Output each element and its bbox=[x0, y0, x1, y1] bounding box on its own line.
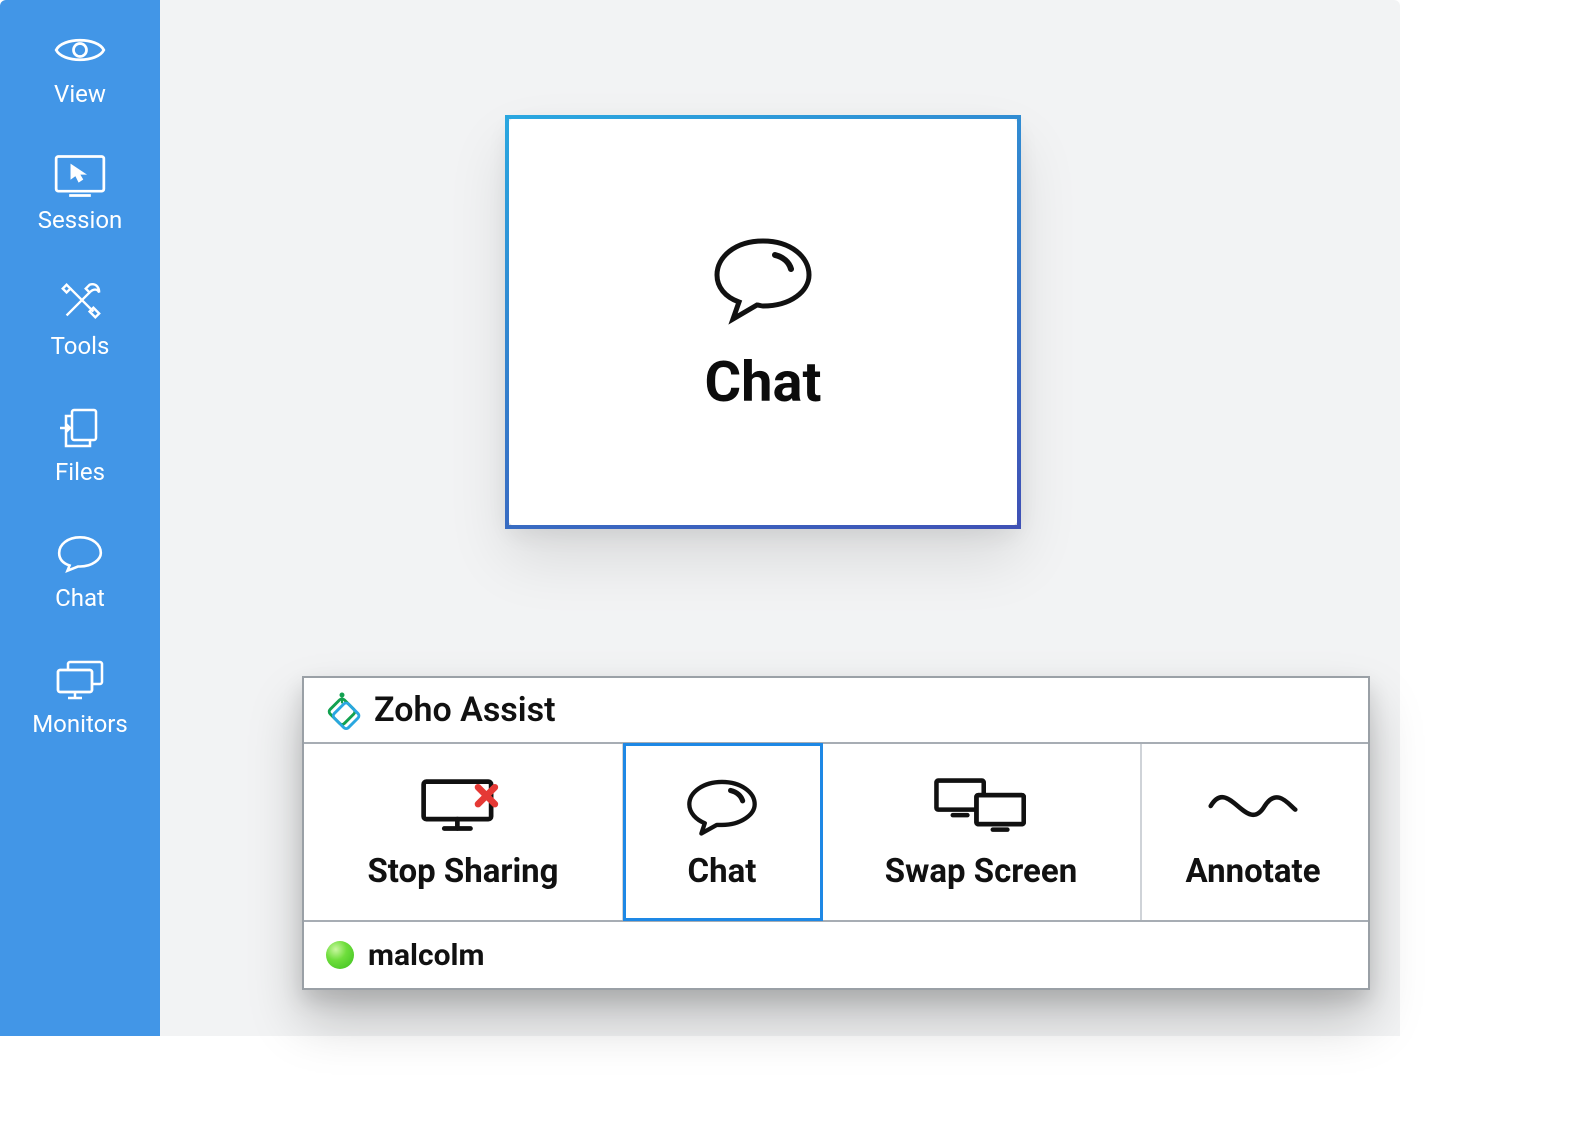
sidebar-item-label: Monitors bbox=[32, 710, 128, 738]
sidebar-item-label: Chat bbox=[55, 584, 105, 612]
assist-toolbar: Zoho Assist Stop Sharing bbox=[302, 676, 1370, 990]
toolbar-btn-swap-screen[interactable]: Swap Screen bbox=[822, 744, 1142, 920]
toolbar-btn-chat[interactable]: Chat bbox=[624, 744, 822, 920]
toolbar-header: Zoho Assist bbox=[304, 678, 1368, 744]
chat-bubble-icon bbox=[698, 229, 828, 329]
toolbar-title: Zoho Assist bbox=[374, 690, 556, 730]
monitors-stack-icon bbox=[51, 658, 109, 702]
zoho-assist-logo-icon bbox=[322, 690, 362, 730]
toolbar-btn-annotate[interactable]: Annotate bbox=[1142, 744, 1364, 920]
sidebar-item-view[interactable]: View bbox=[51, 28, 109, 108]
chat-bubble-icon bbox=[679, 774, 765, 838]
eye-icon bbox=[51, 28, 109, 72]
display-cursor-icon bbox=[51, 154, 109, 198]
sidebar-item-label: Session bbox=[38, 206, 123, 234]
toolbar-btn-label: Swap Screen bbox=[885, 852, 1077, 891]
sidebar-item-label: Tools bbox=[51, 332, 110, 360]
sidebar-item-chat[interactable]: Chat bbox=[51, 532, 109, 612]
status-username: malcolm bbox=[368, 938, 484, 973]
tools-icon bbox=[51, 280, 109, 324]
toolbar-status: malcolm bbox=[304, 922, 1368, 988]
chat-bubble-icon bbox=[51, 532, 109, 576]
sidebar-item-tools[interactable]: Tools bbox=[51, 280, 110, 360]
toolbar-btn-stop-sharing[interactable]: Stop Sharing bbox=[304, 744, 624, 920]
highlight-title: Chat bbox=[705, 349, 822, 415]
toolbar-btn-label: Stop Sharing bbox=[367, 852, 558, 891]
presence-dot-icon bbox=[326, 941, 354, 969]
sidebar-item-files[interactable]: Files bbox=[51, 406, 109, 486]
swap-screen-icon bbox=[931, 774, 1031, 838]
annotate-wave-icon bbox=[1203, 774, 1303, 838]
sidebar-item-monitors[interactable]: Monitors bbox=[32, 658, 128, 738]
sidebar-item-session[interactable]: Session bbox=[38, 154, 123, 234]
toolbar-btn-label: Annotate bbox=[1185, 852, 1320, 891]
files-icon bbox=[51, 406, 109, 450]
highlight-card-chat: Chat bbox=[505, 115, 1021, 529]
sidebar-item-label: Files bbox=[55, 458, 105, 486]
toolbar-buttons: Stop Sharing Chat Swap Sc bbox=[304, 744, 1368, 922]
sidebar-item-label: View bbox=[54, 80, 106, 108]
stop-sharing-icon bbox=[416, 774, 510, 838]
sidebar: View Session Tools bbox=[0, 0, 160, 1036]
toolbar-btn-label: Chat bbox=[688, 852, 757, 891]
